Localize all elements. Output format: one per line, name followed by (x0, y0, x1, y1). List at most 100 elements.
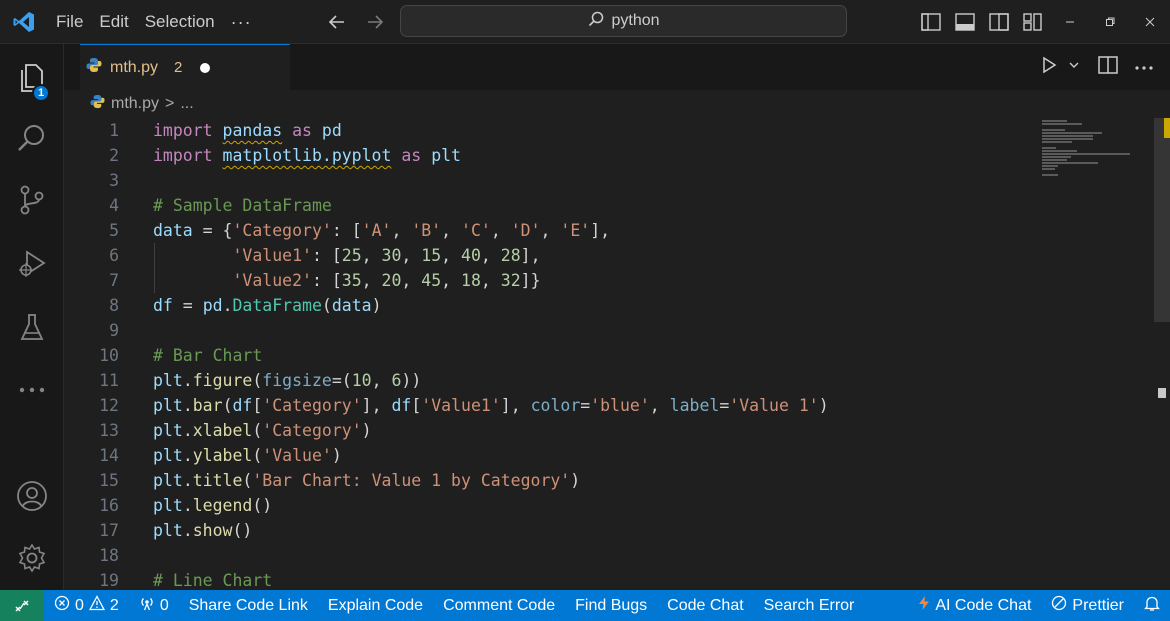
code-line[interactable]: 11 plt.figure(figsize=(10, 6)) (64, 368, 1024, 393)
code-line[interactable]: 17 plt.show() (64, 518, 1024, 543)
code-line[interactable]: 12 plt.bar(df['Category'], df['Value1'], … (64, 393, 1024, 418)
minimap-line (1042, 150, 1078, 152)
code-line[interactable]: 8 df = pd.DataFrame(data) (64, 293, 1024, 318)
code-text: plt.title('Bar Chart: Value 1 by Categor… (153, 468, 580, 493)
testing-icon[interactable] (0, 300, 64, 356)
tab-mth-py[interactable]: mth.py 2 (80, 44, 290, 90)
explain-code-button[interactable]: Explain Code (318, 597, 433, 615)
code-token: bar (192, 396, 223, 415)
scrollbar-thumb[interactable] (1154, 118, 1170, 322)
code-token: import (153, 121, 213, 140)
code-token: , (401, 246, 422, 265)
code-line[interactable]: 18 (64, 543, 1024, 568)
code-line[interactable]: 7 'Value2': [35, 20, 45, 18, 32]} (64, 268, 1024, 293)
search-error-button[interactable]: Search Error (754, 597, 865, 615)
code-token: pd (321, 121, 342, 140)
menu-file[interactable]: File (48, 0, 91, 44)
ports-count: 0 (159, 596, 169, 614)
code-token: 15 (421, 246, 442, 265)
more-actions-icon[interactable] (1134, 58, 1154, 76)
code-line[interactable]: 5 data = {'Category': ['A', 'B', 'C', 'D'… (64, 218, 1024, 243)
minimap-line (1042, 135, 1093, 137)
toggle-primary-sidebar-icon[interactable] (914, 0, 948, 44)
run-python-file-icon[interactable] (1040, 56, 1058, 79)
code-token: ], (520, 246, 541, 265)
command-center-search[interactable]: python (400, 5, 847, 37)
ports-status[interactable]: 0 (129, 595, 179, 616)
code-token: . (182, 496, 193, 515)
comment-code-button[interactable]: Comment Code (433, 597, 565, 615)
code-token: 'Value 1' (729, 396, 819, 415)
code-line[interactable]: 1 import pandas as pd (64, 118, 1024, 143)
code-token: , (401, 271, 422, 290)
breadcrumb-symbols[interactable]: ... (180, 95, 193, 113)
code-token: 'Value1' (232, 246, 312, 265)
back-arrow-icon[interactable] (326, 11, 348, 33)
python-file-icon (90, 94, 105, 114)
find-bugs-button[interactable]: Find Bugs (565, 597, 657, 615)
restore-icon[interactable] (1090, 0, 1130, 44)
accounts-icon[interactable] (0, 468, 64, 524)
menu-more-button[interactable]: ··· (223, 0, 260, 44)
toggle-panel-icon[interactable] (948, 0, 982, 44)
minimize-icon[interactable] (1050, 0, 1090, 44)
code-token: show (192, 521, 233, 540)
code-token: : [ (331, 221, 362, 240)
code-token: . (182, 396, 193, 415)
prettier-button[interactable]: Prettier (1041, 595, 1134, 616)
code-token: , (361, 271, 382, 290)
settings-gear-icon[interactable] (0, 530, 64, 586)
code-line[interactable]: 4 # Sample DataFrame (64, 193, 1024, 218)
code-token: ( (252, 371, 263, 390)
code-line[interactable]: 16 plt.legend() (64, 493, 1024, 518)
code-line[interactable]: 14 plt.ylabel('Value') (64, 443, 1024, 468)
minimap-line (1042, 165, 1058, 167)
code-editor[interactable]: 1 import pandas as pd 2 import matplotlib.p… (64, 118, 1170, 590)
notifications-button[interactable] (1134, 595, 1170, 617)
menu-selection[interactable]: Selection (137, 0, 223, 44)
breadcrumb-separator: > (165, 95, 175, 112)
code-line[interactable]: 19 # Line Chart (64, 568, 1024, 590)
chevron-down-icon[interactable] (1068, 58, 1080, 76)
run-and-debug-icon[interactable] (0, 236, 64, 292)
code-token: () (232, 521, 253, 540)
search-view-icon[interactable] (0, 110, 64, 166)
ai-code-chat-button[interactable]: AI Code Chat (908, 595, 1041, 616)
code-line[interactable]: 9 (64, 318, 1024, 343)
code-line[interactable]: 10 # Bar Chart (64, 343, 1024, 368)
status-bar: 0 2 0 Share Code Link Explain Code Comme… (0, 590, 1170, 621)
line-number: 12 (99, 396, 119, 415)
problems-status[interactable]: 0 2 (44, 595, 129, 616)
minimap[interactable] (1040, 118, 1158, 198)
close-window-icon[interactable] (1130, 0, 1170, 44)
forward-arrow-icon[interactable] (364, 11, 386, 33)
code-token: [ (411, 396, 422, 415)
toggle-secondary-sidebar-icon[interactable] (982, 0, 1016, 44)
code-token: 18 (461, 271, 481, 290)
menu-edit[interactable]: Edit (91, 0, 136, 44)
prohibited-icon (1051, 595, 1067, 616)
remote-indicator-icon[interactable] (0, 590, 44, 621)
customize-layout-icon[interactable] (1016, 0, 1050, 44)
code-line[interactable]: 6 'Value1': [25, 30, 15, 40, 28], (64, 243, 1024, 268)
breadcrumb-file[interactable]: mth.py (111, 95, 159, 113)
share-code-link-button[interactable]: Share Code Link (179, 597, 318, 615)
code-token: ) (570, 471, 581, 490)
code-chat-button[interactable]: Code Chat (657, 597, 754, 615)
code-line[interactable]: 15 plt.title('Bar Chart: Value 1 by Categ… (64, 468, 1024, 493)
warning-icon (88, 595, 105, 616)
code-line[interactable]: 13 plt.xlabel('Category') (64, 418, 1024, 443)
more-views-icon[interactable] (0, 362, 64, 418)
source-control-icon[interactable] (0, 172, 64, 228)
explorer-icon[interactable]: 1 (0, 50, 64, 106)
code-line[interactable]: 2 import matplotlib.pyplot as plt (64, 143, 1024, 168)
explorer-badge: 1 (32, 84, 50, 102)
split-editor-icon[interactable] (1098, 55, 1118, 79)
line-number: 11 (99, 371, 119, 390)
line-number: 6 (109, 246, 119, 265)
code-line[interactable]: 3 (64, 168, 1024, 193)
code-text: data = {'Category': ['A', 'B', 'C', 'D',… (153, 218, 610, 243)
unsaved-dot-icon[interactable] (200, 62, 211, 73)
